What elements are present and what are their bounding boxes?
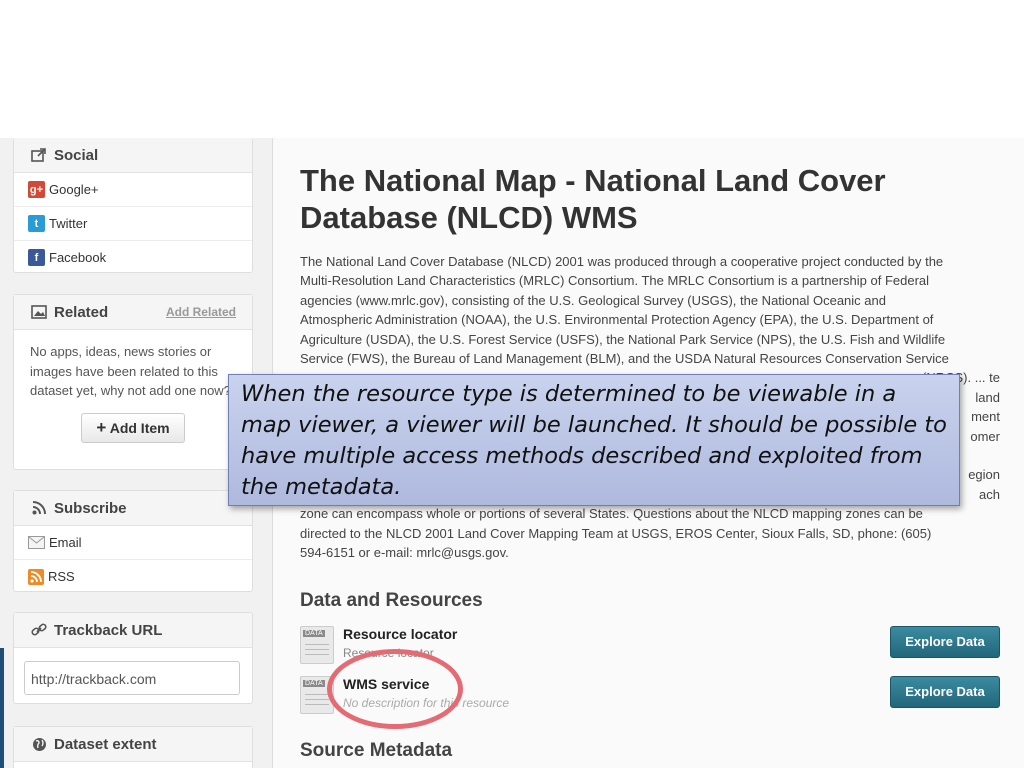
page-title: The National Map - National Land Cover D…	[300, 163, 886, 235]
related-module: Related Add Related No apps, ideas, news…	[13, 294, 253, 470]
social-header: Social	[14, 138, 252, 173]
extent-title: Dataset extent	[54, 735, 157, 753]
description-line: directed to the NLCD 2001 Land Cover Map…	[300, 525, 932, 541]
twitter-label: Twitter	[49, 216, 88, 231]
highlight-circle	[327, 649, 463, 729]
data-file-icon: DATA	[300, 626, 334, 664]
trackback-url-field[interactable]: http://trackback.com	[24, 661, 240, 695]
facebook-label: Facebook	[49, 250, 107, 265]
plus-icon: +	[96, 417, 107, 437]
email-label: Email	[49, 535, 82, 550]
social-facebook[interactable]: f Facebook	[14, 241, 252, 274]
resource-title[interactable]: Resource locator	[343, 626, 457, 642]
related-header: Related Add Related	[14, 295, 252, 330]
rss-label: RSS	[48, 569, 75, 584]
explore-data-button[interactable]: Explore Data	[890, 676, 1000, 708]
social-twitter[interactable]: t Twitter	[14, 207, 252, 241]
annotation-callout: When the resource type is determined to …	[228, 374, 960, 506]
trackback-header: Trackback URL	[14, 613, 252, 648]
description-line: agencies (www.mrlc.gov), consisting of t…	[300, 292, 886, 308]
link-icon	[30, 622, 48, 638]
source-metadata-heading: Source Metadata	[300, 740, 453, 761]
twitter-icon: t	[28, 215, 45, 232]
extent-module: Dataset extent	[13, 726, 253, 768]
trackback-module: Trackback URL http://trackback.com	[13, 612, 253, 704]
image-icon	[30, 304, 48, 320]
rss-icon	[28, 568, 44, 585]
description-line: Service (FWS), the Bureau of Land Manage…	[300, 351, 949, 367]
add-item-button[interactable]: + Add Item	[81, 412, 185, 443]
trackback-title: Trackback URL	[54, 621, 163, 639]
explore-data-button[interactable]: Explore Data	[890, 626, 1000, 658]
facebook-icon: f	[28, 249, 45, 266]
related-title: Related	[54, 303, 109, 321]
subscribe-email[interactable]: Email	[14, 526, 252, 560]
social-module: Social g+ Google+ t Twitter f Facebook	[13, 138, 253, 273]
description-line: Agriculture (USDA), the U.S. Forest Serv…	[300, 331, 946, 347]
left-edge-accent	[0, 648, 4, 768]
email-icon	[28, 536, 45, 549]
subscribe-rss[interactable]: RSS	[14, 560, 252, 593]
globe-icon	[30, 736, 48, 752]
description-line: The National Land Cover Database (NLCD) …	[300, 254, 944, 269]
description-line: zone can encompass whole or portions of …	[300, 506, 923, 522]
resources-heading: Data and Resources	[300, 590, 483, 611]
description-line: 594-6151 or e-mail: mrlc@usgs.gov.	[300, 545, 509, 561]
add-related-link[interactable]: Add Related	[166, 305, 236, 319]
subscribe-module: Subscribe Email RSS	[13, 490, 253, 592]
add-item-label: Add Item	[109, 419, 170, 436]
description-line: Multi-Resolution Land Characteristics (M…	[300, 273, 930, 289]
social-title: Social	[54, 146, 99, 164]
google-plus-label: Google+	[49, 182, 99, 197]
extent-header: Dataset extent	[14, 727, 252, 762]
feed-icon	[30, 500, 48, 516]
subscribe-header: Subscribe	[14, 491, 252, 526]
share-icon	[30, 147, 48, 163]
description-line: Atmospheric Administration (NOAA), the U…	[300, 312, 934, 328]
google-plus-icon: g+	[28, 181, 45, 198]
related-empty-text: No apps, ideas, news stories or images h…	[30, 344, 231, 398]
social-google-plus[interactable]: g+ Google+	[14, 173, 252, 207]
subscribe-title: Subscribe	[54, 499, 127, 517]
